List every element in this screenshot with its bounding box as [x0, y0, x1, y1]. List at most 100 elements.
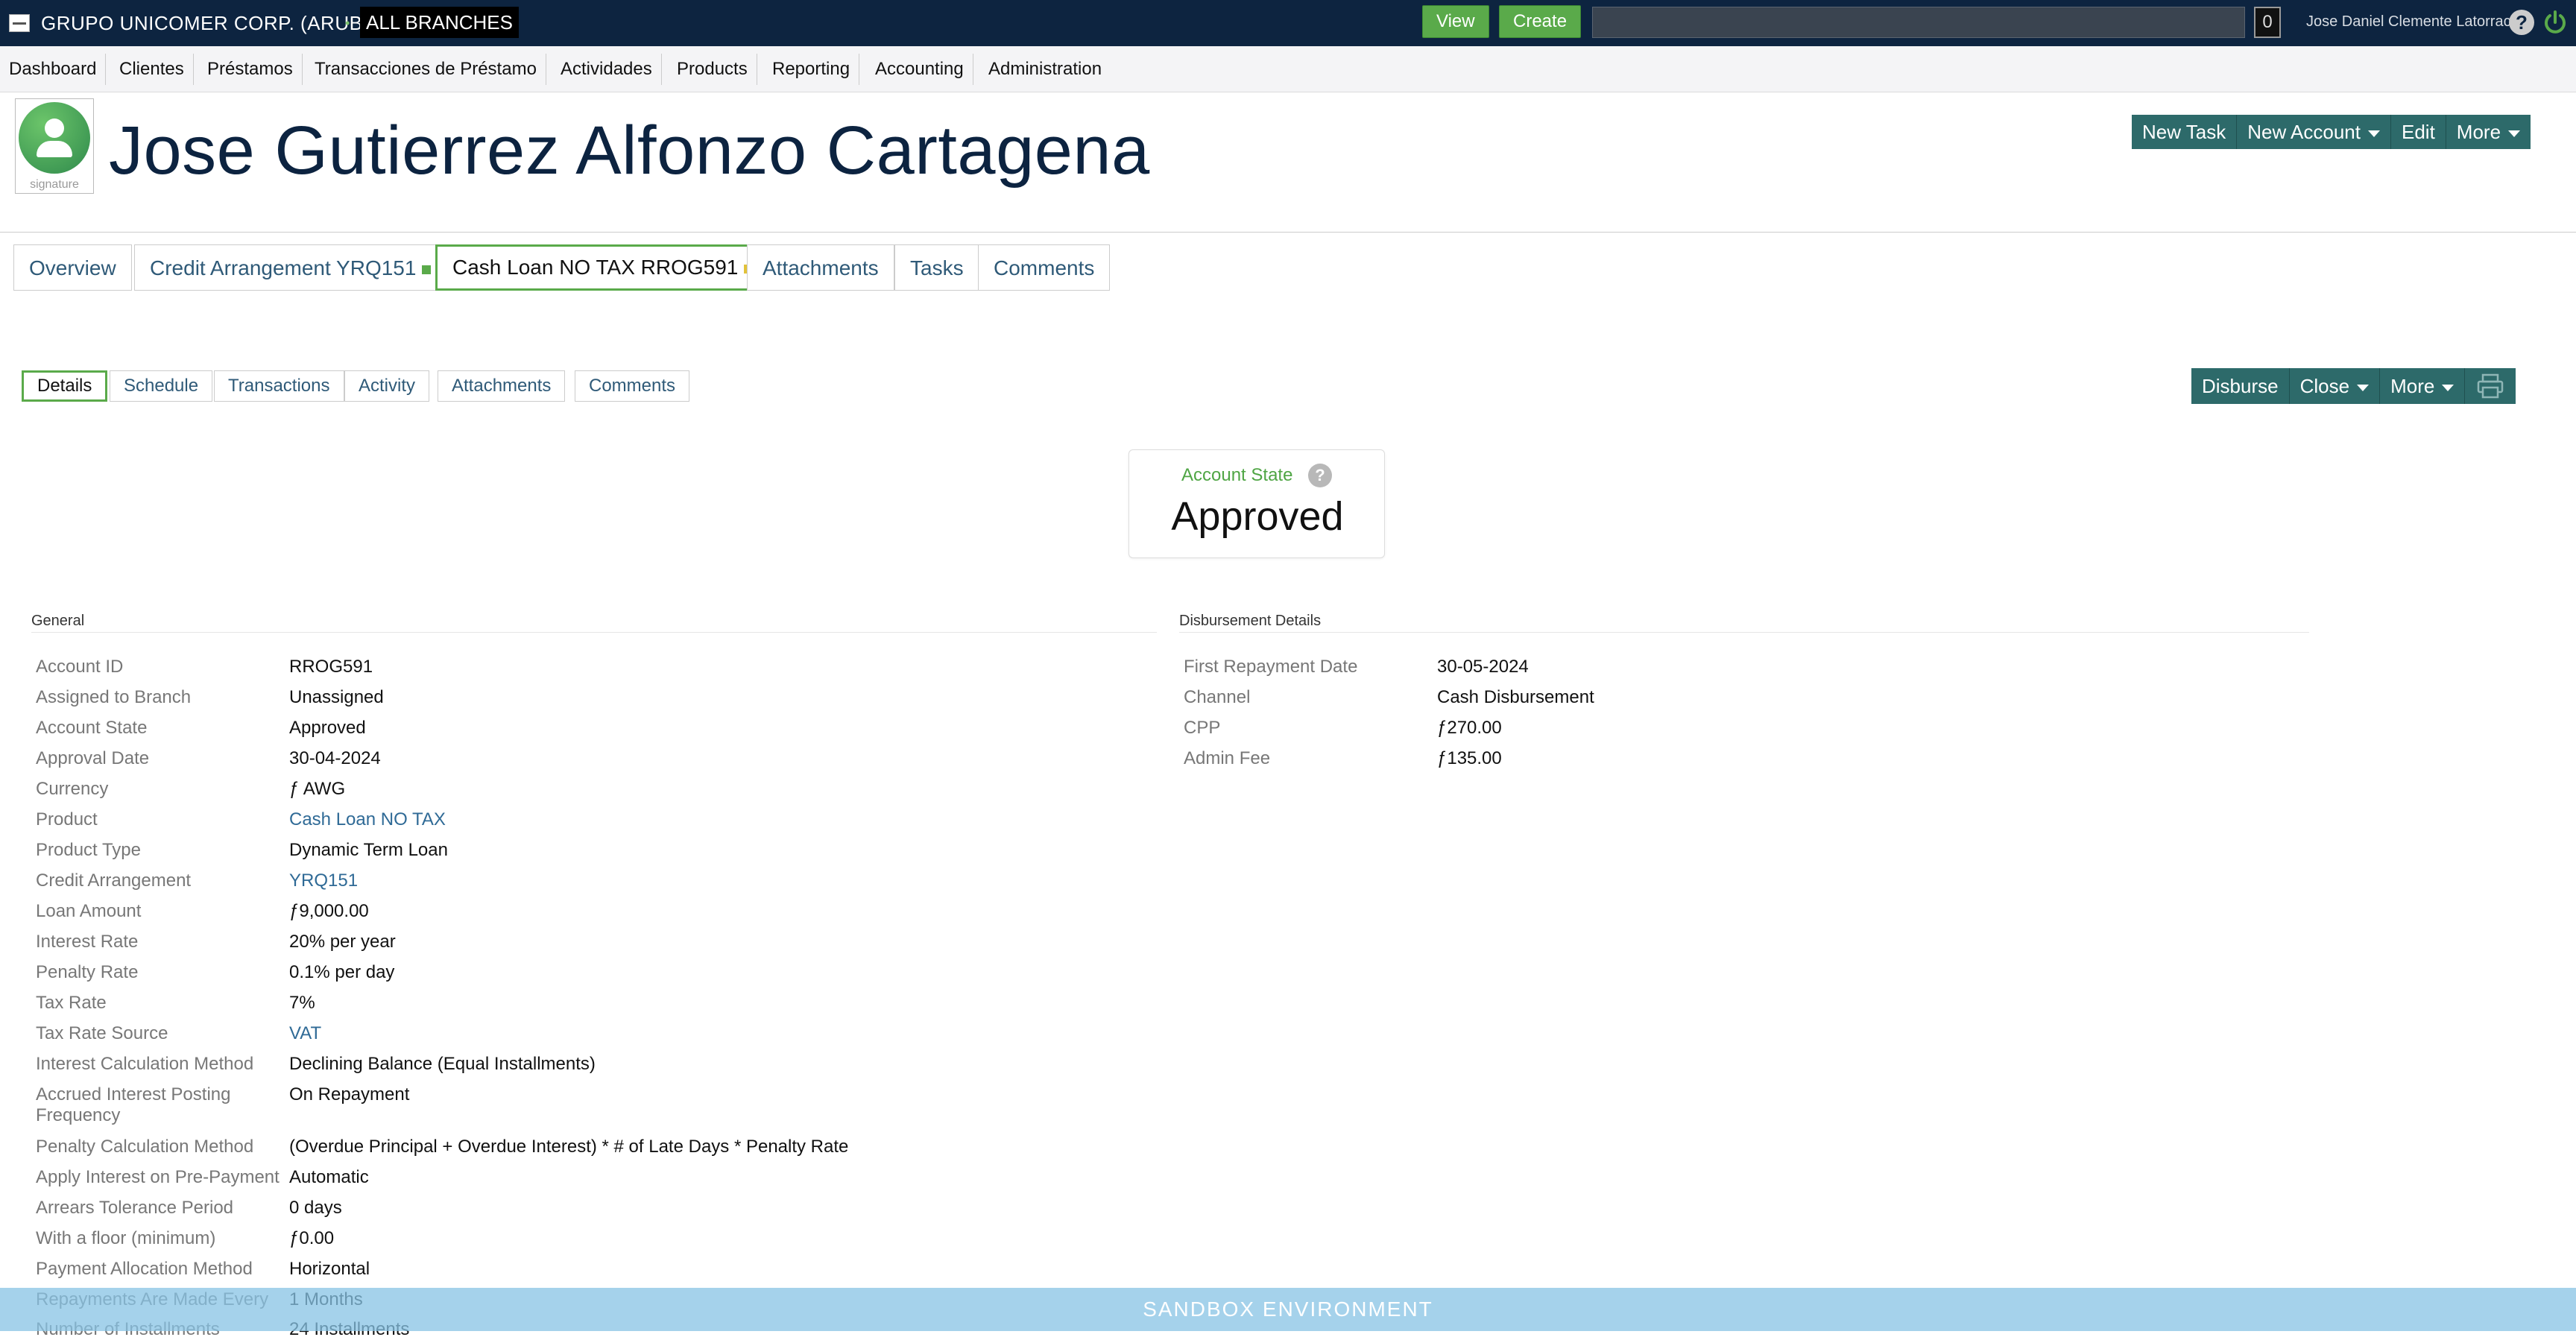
general-value: Automatic — [289, 1167, 369, 1187]
nav-reporting[interactable]: Reporting — [763, 54, 860, 85]
general-label: Penalty Calculation Method — [36, 1137, 254, 1157]
loan-more-button[interactable]: More — [2380, 368, 2466, 404]
more-label: More — [2390, 375, 2435, 397]
disbursement-value: Cash Disbursement — [1437, 687, 1594, 707]
tab-credit-arrangement[interactable]: Credit Arrangement YRQ151 — [134, 244, 447, 291]
organization-name: GRUPO UNICOMER CORP. (ARUBA) — [41, 12, 383, 34]
subtab-details[interactable]: Details — [22, 370, 108, 402]
chevron-down-icon — [2508, 130, 2521, 137]
nav-actividades[interactable]: Actividades — [552, 54, 662, 85]
print-button[interactable] — [2465, 368, 2516, 404]
new-task-label: New Task — [2142, 121, 2226, 143]
disbursement-label: Channel — [1184, 687, 1251, 707]
signature-label: signature — [30, 178, 79, 191]
new-account-button[interactable]: New Account — [2237, 115, 2391, 149]
account-state-label: Account State — [1181, 465, 1293, 485]
power-icon[interactable] — [2540, 7, 2570, 37]
general-label: Currency — [36, 779, 109, 799]
nav-clientes[interactable]: Clientes — [110, 54, 194, 85]
nav-dashboard[interactable]: Dashboard — [0, 54, 107, 85]
general-link[interactable]: Cash Loan NO TAX — [289, 809, 446, 830]
view-button[interactable]: View — [1422, 5, 1489, 38]
tab-tasks[interactable]: Tasks — [894, 244, 979, 291]
client-actions-bar: New Task New Account Edit More — [2132, 115, 2531, 149]
tab-attachments[interactable]: Attachments — [747, 244, 894, 291]
loan-actions-bar: Disburse Close More — [2191, 368, 2516, 404]
create-button[interactable]: Create — [1499, 5, 1582, 38]
nav-accounting[interactable]: Accounting — [866, 54, 973, 85]
general-value: ƒ AWG — [289, 779, 346, 799]
tab-label: Tasks — [910, 256, 964, 279]
general-value: On Repayment — [289, 1084, 410, 1104]
general-label: Account ID — [36, 657, 124, 677]
tab-label: Overview — [29, 256, 116, 279]
tab-cash-loan[interactable]: Cash Loan NO TAX RROG591 — [435, 244, 771, 291]
disbursement-section-title: Disbursement Details — [1179, 613, 1322, 629]
general-label: Penalty Rate — [36, 962, 139, 982]
edit-label: Edit — [2401, 121, 2435, 143]
subtab-transactions[interactable]: Transactions — [214, 370, 344, 402]
user-name[interactable]: Jose Daniel Clemente Latorraca — [2306, 13, 2519, 31]
general-label: Accrued Interest Posting Frequency — [36, 1084, 231, 1125]
account-state-card: Account State ? Approved — [1128, 449, 1385, 558]
top-bar: GRUPO UNICOMER CORP. (ARUBA) • ALL BRANC… — [0, 0, 2576, 46]
general-label: Credit Arrangement — [36, 870, 192, 891]
general-label: Account State — [36, 718, 148, 738]
subtab-comments[interactable]: Comments — [575, 370, 690, 402]
general-label: Interest Calculation Method — [36, 1054, 254, 1074]
general-value: ƒ9,000.00 — [289, 901, 369, 921]
general-label: Assigned to Branch — [36, 687, 192, 707]
general-label: Interest Rate — [36, 932, 139, 952]
avatar[interactable]: signature — [15, 98, 94, 194]
general-value: 20% per year — [289, 932, 396, 952]
company-logo-icon[interactable] — [9, 14, 30, 32]
new-task-button[interactable]: New Task — [2132, 115, 2238, 149]
tab-overview[interactable]: Overview — [13, 244, 132, 291]
disburse-button[interactable]: Disburse — [2191, 368, 2290, 404]
disbursement-label: CPP — [1184, 718, 1221, 738]
chevron-down-icon — [2442, 384, 2455, 391]
general-value: (Overdue Principal + Overdue Interest) *… — [289, 1137, 849, 1157]
disbursement-divider — [1179, 632, 2309, 633]
close-label: Close — [2299, 375, 2350, 397]
more-button[interactable]: More — [2446, 115, 2531, 149]
nav-administration[interactable]: Administration — [979, 54, 1111, 85]
global-search-input[interactable] — [1592, 7, 2245, 38]
general-value: 0 days — [289, 1198, 342, 1218]
page-title: Jose Gutierrez Alfonzo Cartagena — [109, 113, 1150, 189]
edit-button[interactable]: Edit — [2391, 115, 2446, 149]
tab-comments[interactable]: Comments — [978, 244, 1111, 291]
notifications-counter[interactable]: 0 — [2254, 7, 2281, 38]
general-label: Product — [36, 809, 98, 829]
tab-label: Cash Loan NO TAX RROG591 — [452, 256, 739, 279]
general-divider — [31, 632, 1157, 633]
general-link[interactable]: VAT — [289, 1023, 321, 1044]
general-label: With a floor (minimum) — [36, 1228, 216, 1248]
print-icon — [2478, 373, 2504, 399]
subtab-schedule[interactable]: Schedule — [110, 370, 213, 402]
disbursement-label: First Repayment Date — [1184, 657, 1358, 677]
disbursement-value: ƒ135.00 — [1437, 748, 1502, 768]
disbursement-label: Admin Fee — [1184, 748, 1271, 768]
nav-prestamos[interactable]: Préstamos — [198, 54, 303, 85]
general-label: Approval Date — [36, 748, 150, 768]
general-value: 30-04-2024 — [289, 748, 381, 768]
main-navigation: Dashboard Clientes Préstamos Transaccion… — [0, 46, 2576, 92]
tab-label: Attachments — [763, 256, 879, 279]
branch-selector[interactable]: ALL BRANCHES — [360, 7, 519, 38]
general-link[interactable]: YRQ151 — [289, 870, 358, 891]
close-button[interactable]: Close — [2290, 368, 2381, 404]
status-indicator — [422, 265, 432, 274]
general-label: Payment Allocation Method — [36, 1259, 253, 1279]
general-value: Unassigned — [289, 687, 384, 707]
general-section-title: General — [31, 613, 85, 629]
general-value: Dynamic Term Loan — [289, 840, 448, 860]
help-icon[interactable]: ? — [2509, 10, 2534, 35]
subtab-activity[interactable]: Activity — [344, 370, 430, 402]
tab-label: Comments — [994, 256, 1095, 279]
disburse-label: Disburse — [2202, 375, 2279, 397]
subtab-attachments[interactable]: Attachments — [438, 370, 566, 402]
question-icon[interactable]: ? — [1308, 464, 1332, 487]
nav-transacciones-de-prestamo[interactable]: Transacciones de Préstamo — [306, 54, 546, 85]
nav-products[interactable]: Products — [668, 54, 757, 85]
